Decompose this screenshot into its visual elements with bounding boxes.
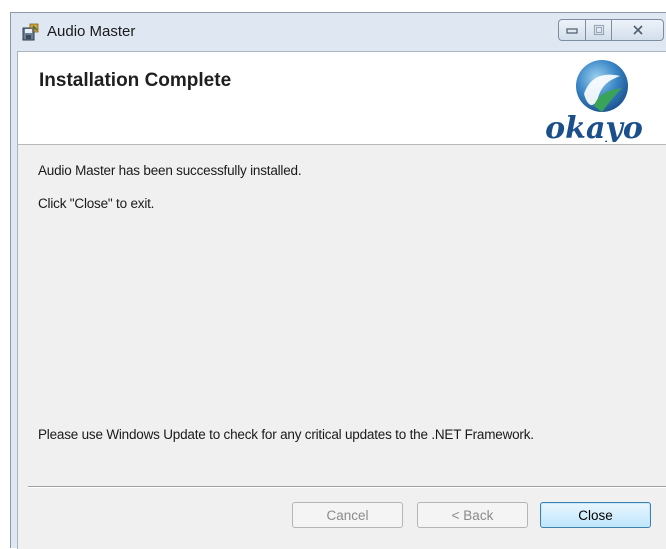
maximize-button[interactable] [586,19,612,41]
page-title: Installation Complete [39,70,232,91]
maximize-icon [593,24,604,36]
header-banner: Installation Complete okayo [18,52,666,145]
close-icon [632,25,643,35]
logo-text: okayo [545,111,643,142]
installer-window: Audio Master Installation Complete okayo… [10,12,666,549]
minimize-button[interactable] [558,19,586,41]
okayo-logo-icon: okayo [545,60,643,142]
caption-buttons [558,19,664,43]
close-window-button[interactable] [612,19,664,41]
message-exit: Click "Close" to exit. [38,196,155,211]
close-button[interactable]: Close [540,502,651,528]
installer-disk-icon [22,23,39,41]
button-divider [28,486,666,488]
message-update: Please use Windows Update to check for a… [38,427,534,442]
window-title: Audio Master [47,23,136,40]
dialog-client-area: Installation Complete okayo Audio Master… [17,51,666,549]
cancel-button[interactable]: Cancel [292,502,403,528]
title-bar[interactable]: Audio Master [11,13,666,51]
back-button[interactable]: < Back [417,502,528,528]
message-installed: Audio Master has been successfully insta… [38,163,302,178]
minimize-icon [566,28,578,34]
